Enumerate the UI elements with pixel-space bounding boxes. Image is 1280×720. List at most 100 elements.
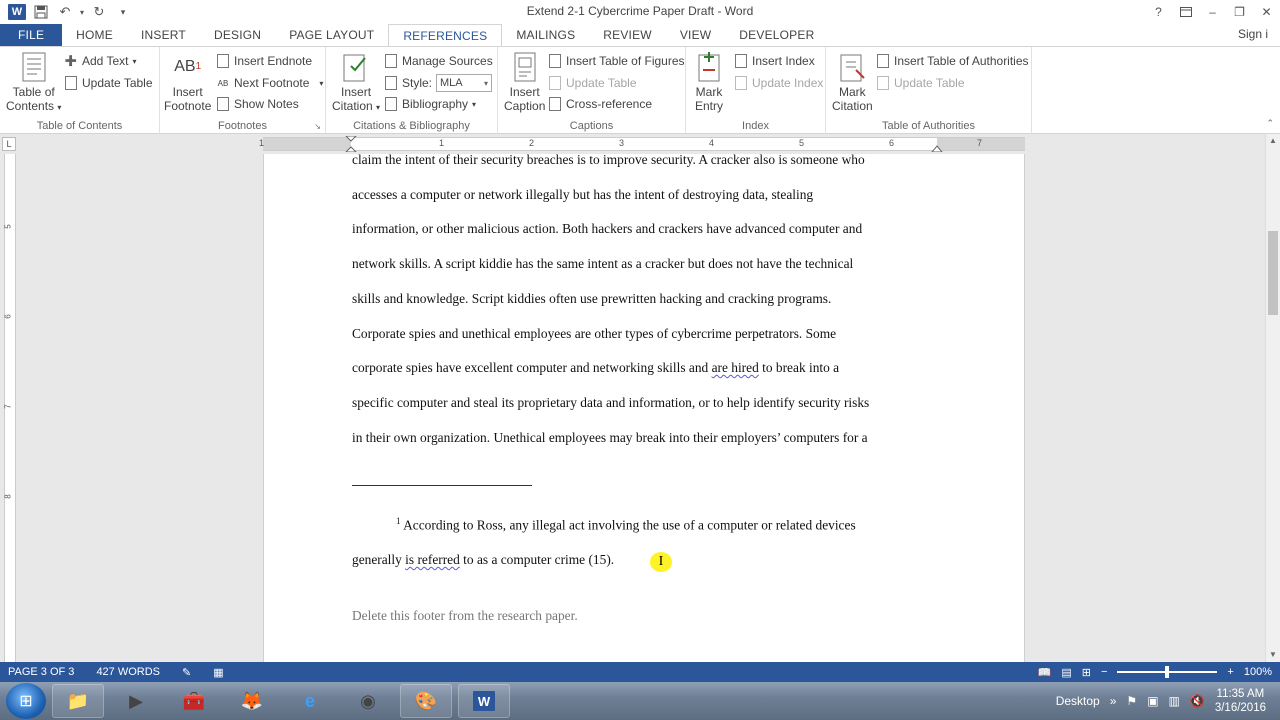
- show-notes-icon: [216, 97, 230, 111]
- body-line: specific computer and steal its propriet…: [352, 394, 870, 410]
- redo-icon[interactable]: ↻: [88, 2, 110, 22]
- insert-caption-button[interactable]: Insert Caption: [504, 51, 545, 113]
- update-table-figures-button[interactable]: Update Table: [548, 73, 637, 93]
- sign-in-link[interactable]: Sign i: [1238, 27, 1268, 41]
- vertical-ruler: 5 6 7 8: [4, 154, 16, 662]
- insert-endnote-button[interactable]: Insert Endnote: [216, 51, 312, 71]
- chrome-icon[interactable]: ◉: [342, 684, 394, 718]
- insert-index-button[interactable]: Insert Index: [734, 51, 815, 71]
- mark-citation-button[interactable]: Mark Citation: [832, 51, 873, 113]
- group-index: Mark Entry Insert Index Update Index Ind…: [686, 47, 826, 134]
- firefox-icon[interactable]: 🦊: [226, 684, 278, 718]
- proofing-icon[interactable]: ✎: [182, 666, 191, 679]
- network-icon[interactable]: ▥: [1169, 694, 1180, 708]
- clock[interactable]: 11:35 AM 3/16/2016: [1215, 687, 1266, 715]
- customize-qat-icon[interactable]: ▾: [112, 2, 134, 22]
- tab-design[interactable]: DESIGN: [200, 24, 275, 46]
- vertical-scrollbar[interactable]: ▲ ▼: [1265, 134, 1280, 662]
- undo-dropdown-icon[interactable]: ▾: [78, 2, 86, 22]
- volume-muted-icon[interactable]: 🔇: [1190, 694, 1205, 708]
- internet-explorer-icon[interactable]: e: [284, 684, 336, 718]
- window-title: Extend 2-1 Cybercrime Paper Draft - Word: [526, 4, 754, 18]
- footnote-text[interactable]: 1 According to Ross, any illegal act inv…: [352, 504, 938, 578]
- ruler-number: 5: [799, 138, 805, 148]
- close-button[interactable]: ✕: [1253, 0, 1280, 24]
- horizontal-ruler[interactable]: 1 1 2 3 4 5 6 7: [259, 136, 1025, 152]
- update-index-icon: [734, 76, 748, 90]
- print-layout-icon[interactable]: ▤: [1061, 666, 1071, 679]
- macro-recording-icon[interactable]: ▦: [213, 666, 223, 679]
- minimize-button[interactable]: –: [1199, 0, 1226, 24]
- document-page[interactable]: claim the intent of their security breac…: [263, 154, 1025, 662]
- insert-table-of-figures-button[interactable]: Insert Table of Figures: [548, 51, 685, 71]
- zoom-level[interactable]: 100%: [1244, 666, 1272, 678]
- table-of-contents-icon: [19, 51, 49, 83]
- zoom-slider[interactable]: [1117, 666, 1218, 678]
- grammar-squiggle[interactable]: is referred: [405, 552, 460, 567]
- paint-icon[interactable]: 🎨: [400, 684, 452, 718]
- tab-references[interactable]: REFERENCES: [388, 24, 503, 46]
- status-bar: PAGE 3 OF 3 427 WORDS ✎ ▦ 📖 ▤ ⊞ − + 100%: [0, 662, 1280, 682]
- start-button[interactable]: ⊞: [6, 683, 46, 719]
- update-index-button[interactable]: Update Index: [734, 73, 823, 93]
- zoom-out-button[interactable]: −: [1101, 666, 1107, 678]
- word-app-icon[interactable]: W: [6, 2, 28, 22]
- tab-home[interactable]: HOME: [62, 24, 127, 46]
- footnotes-dialog-launcher-icon[interactable]: ↘: [314, 122, 321, 131]
- ruler-left-margin: [263, 138, 351, 150]
- tab-view[interactable]: VIEW: [666, 24, 725, 46]
- update-table-button[interactable]: Update Table: [64, 73, 153, 93]
- word-taskbar-icon[interactable]: W: [458, 684, 510, 718]
- windows-flag-icon[interactable]: ⚑: [1126, 694, 1137, 708]
- tab-developer[interactable]: DEVELOPER: [725, 24, 828, 46]
- file-explorer-icon[interactable]: 📁: [52, 684, 104, 718]
- collapse-ribbon-icon[interactable]: ⌃: [1266, 118, 1274, 129]
- web-layout-icon[interactable]: ⊞: [1082, 666, 1091, 679]
- mark-entry-button[interactable]: Mark Entry: [694, 51, 724, 113]
- cross-reference-icon: [548, 97, 562, 111]
- desktop-toolbar[interactable]: Desktop: [1056, 694, 1100, 708]
- tab-insert[interactable]: INSERT: [127, 24, 200, 46]
- tab-mailings[interactable]: MAILINGS: [502, 24, 589, 46]
- page-footer[interactable]: Delete this footer from the research pap…: [352, 608, 578, 624]
- tab-file[interactable]: FILE: [0, 24, 63, 46]
- word-count[interactable]: 427 WORDS: [96, 666, 160, 678]
- insert-footnote-button[interactable]: AB 1 Insert Footnote: [164, 51, 211, 114]
- insert-citation-button[interactable]: Insert Citation ▾: [332, 51, 380, 115]
- restore-button[interactable]: ❐: [1226, 0, 1253, 24]
- cross-reference-button[interactable]: Cross-reference: [548, 94, 652, 114]
- insert-table-of-authorities-button[interactable]: Insert Table of Authorities: [876, 51, 1029, 71]
- grammar-squiggle[interactable]: are hired: [712, 360, 759, 375]
- scrollbar-thumb[interactable]: [1268, 231, 1278, 315]
- zoom-in-button[interactable]: +: [1227, 666, 1233, 678]
- style-dropdown[interactable]: MLA ▾: [436, 74, 493, 92]
- read-mode-icon[interactable]: 📖: [1038, 666, 1052, 679]
- add-text-button[interactable]: ➕ Add Text ▾: [64, 51, 137, 71]
- tab-selector[interactable]: L: [2, 137, 16, 151]
- body-line: Corporate spies and unethical employees …: [352, 325, 837, 341]
- manage-sources-icon: [384, 54, 398, 68]
- bibliography-button[interactable]: Bibliography ▾: [384, 94, 476, 114]
- manage-sources-button[interactable]: Manage Sources: [384, 51, 493, 71]
- undo-icon[interactable]: ↶: [54, 2, 76, 22]
- show-notes-button[interactable]: Show Notes: [216, 94, 299, 114]
- right-indent-marker-icon[interactable]: [931, 140, 943, 152]
- next-footnote-button[interactable]: AB Next Footnote ▾: [216, 73, 324, 93]
- scroll-up-icon[interactable]: ▲: [1266, 134, 1280, 148]
- tab-review[interactable]: REVIEW: [589, 24, 666, 46]
- table-of-contents-button[interactable]: Table of Contents ▾: [6, 51, 61, 115]
- action-center-icon[interactable]: ▣: [1147, 694, 1158, 708]
- tray-overflow-icon[interactable]: »: [1110, 694, 1117, 708]
- app-icon[interactable]: 🧰: [168, 684, 220, 718]
- update-toa-button[interactable]: Update Table: [876, 73, 965, 93]
- ribbon-display-options-button[interactable]: [1172, 0, 1199, 24]
- style-selector[interactable]: Style: MLA ▾: [384, 73, 493, 93]
- tab-page-layout[interactable]: PAGE LAYOUT: [275, 24, 388, 46]
- document-body[interactable]: claim the intent of their security breac…: [352, 154, 938, 455]
- indent-marker-icon[interactable]: [345, 136, 357, 152]
- media-player-icon[interactable]: ▶: [110, 684, 162, 718]
- page-count[interactable]: PAGE 3 OF 3: [8, 666, 74, 678]
- scroll-down-icon[interactable]: ▼: [1266, 648, 1280, 662]
- save-icon[interactable]: [30, 2, 52, 22]
- help-button[interactable]: ?: [1145, 0, 1172, 24]
